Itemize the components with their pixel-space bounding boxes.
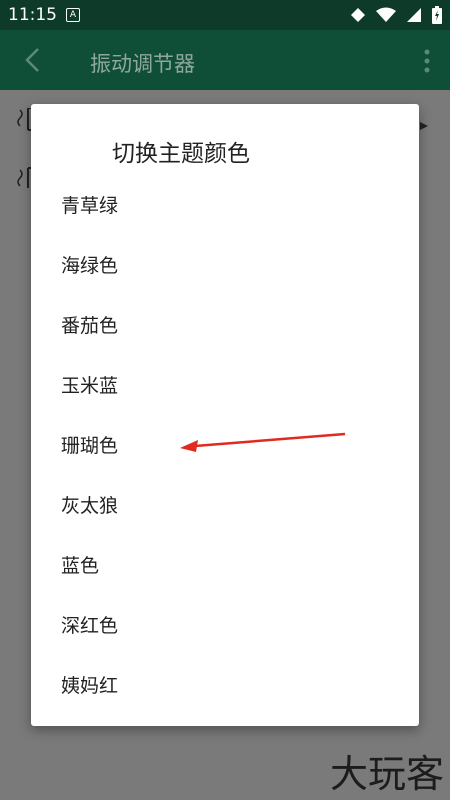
theme-option-sea-green[interactable]: 海绿色 (31, 236, 419, 296)
dialog-title: 切换主题颜色 (112, 141, 250, 167)
theme-option-grass-green[interactable]: 青草绿 (31, 176, 419, 236)
theme-option-aunt-red[interactable]: 姨妈红 (31, 656, 419, 716)
theme-option-crimson[interactable]: 深红色 (31, 596, 419, 656)
theme-color-dialog: 切换主题颜色 青草绿 海绿色 番茄色 玉米蓝 珊瑚色 灰太狼 蓝色 深红色 姨妈… (31, 104, 419, 726)
overflow-menu-button[interactable] (424, 48, 430, 78)
app-bar: 振动调节器 (0, 30, 450, 90)
theme-option-tomato[interactable]: 番茄色 (31, 296, 419, 356)
wifi-icon (376, 7, 396, 22)
watermark-logo: 大玩客 (329, 752, 444, 796)
theme-option-blue[interactable]: 蓝色 (31, 536, 419, 596)
status-icons (350, 6, 442, 24)
theme-option-list: 青草绿 海绿色 番茄色 玉米蓝 珊瑚色 灰太狼 蓝色 深红色 姨妈红 (31, 176, 419, 716)
back-button[interactable] (22, 46, 44, 78)
theme-option-grey-wolf[interactable]: 灰太狼 (31, 476, 419, 536)
back-arrow-icon (25, 48, 39, 72)
theme-option-cornflower-blue[interactable]: 玉米蓝 (31, 356, 419, 416)
app-title: 振动调节器 (90, 52, 195, 76)
status-time: 11:15 (8, 5, 57, 25)
theme-option-coral[interactable]: 珊瑚色 (31, 416, 419, 476)
cell-signal-icon (407, 8, 421, 22)
more-vert-icon (424, 49, 430, 73)
status-bar: 11:15 A (0, 0, 450, 30)
battery-icon (432, 6, 442, 24)
notification-badge-icon: A (66, 8, 80, 22)
signal-diamond-icon (351, 8, 365, 22)
